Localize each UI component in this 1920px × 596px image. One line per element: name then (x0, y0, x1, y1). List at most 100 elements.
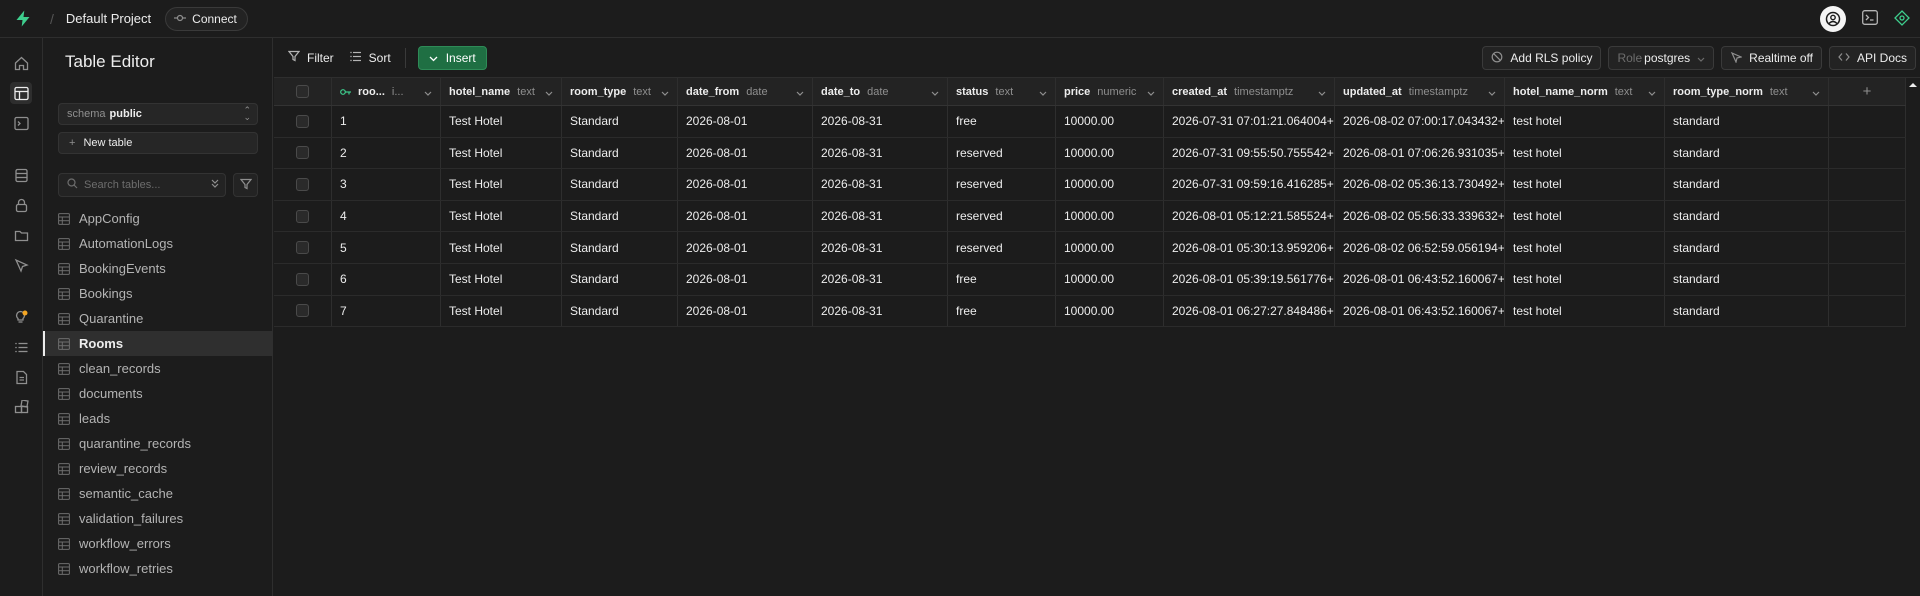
row-checkbox[interactable] (296, 241, 309, 255)
chevron-down-icon[interactable] (1318, 87, 1326, 99)
table-cell[interactable]: 3 (332, 169, 441, 200)
insert-button[interactable]: Insert (417, 45, 487, 70)
home-icon[interactable] (10, 52, 32, 74)
table-cell[interactable]: 4 (332, 200, 441, 232)
row-checkbox[interactable] (296, 272, 309, 286)
table-cell[interactable]: 10000.00 (1056, 200, 1164, 232)
table-cell[interactable]: 10000.00 (1056, 106, 1164, 137)
table-cell[interactable]: Standard (562, 263, 678, 295)
table-cell[interactable]: 2026-08-31 (813, 295, 948, 327)
edge-functions-icon[interactable] (10, 254, 32, 276)
table-cell[interactable]: Test Hotel (441, 137, 562, 169)
table-cell[interactable]: standard (1665, 200, 1829, 232)
column-header[interactable]: status text (948, 78, 1056, 105)
table-list-item[interactable]: workflow_errors (43, 531, 273, 556)
supabase-logo-icon[interactable] (12, 8, 34, 30)
table-list-item[interactable]: Rooms (43, 331, 273, 356)
table-cell[interactable]: Test Hotel (441, 200, 562, 232)
table-cell[interactable]: 2026-08-01 07:06:26.931035+0 (1335, 137, 1505, 169)
table-list-item[interactable]: BookingEvents (43, 256, 273, 281)
table-cell[interactable]: 6 (332, 263, 441, 295)
chevrons-down-icon[interactable] (210, 178, 220, 193)
table-list-item[interactable]: review_records (43, 456, 273, 481)
table-cell[interactable]: Standard (562, 169, 678, 200)
table-cell[interactable]: 2026-08-31 (813, 137, 948, 169)
table-cell[interactable]: test hotel (1505, 295, 1665, 327)
table-cell[interactable]: 2026-07-31 09:59:16.416285+00 (1164, 169, 1335, 200)
chevron-down-icon[interactable] (424, 87, 432, 99)
column-header[interactable]: created_at timestamptz (1164, 78, 1335, 105)
auth-lock-icon[interactable] (10, 194, 32, 216)
column-header[interactable]: date_to date (813, 78, 948, 105)
table-cell[interactable]: 2026-08-01 (678, 137, 813, 169)
table-cell[interactable]: 2026-08-01 05:12:21.585524+00 (1164, 200, 1335, 232)
chevron-down-icon[interactable] (931, 87, 939, 99)
table-cell[interactable]: 2026-08-01 (678, 169, 813, 200)
row-checkbox[interactable] (296, 114, 309, 128)
table-cell[interactable]: 1 (332, 106, 441, 137)
table-cell[interactable]: 2026-08-02 05:56:33.339632+0 (1335, 200, 1505, 232)
role-select[interactable]: Role postgres (1608, 46, 1715, 70)
table-cell[interactable]: test hotel (1505, 263, 1665, 295)
storage-icon[interactable] (10, 224, 32, 246)
table-list-item[interactable]: quarantine_records (43, 431, 273, 456)
filter-button[interactable]: Filter (280, 46, 342, 70)
column-header[interactable]: roo... i... (332, 78, 441, 105)
table-cell[interactable]: 2026-08-02 05:36:13.730492+0 (1335, 169, 1505, 200)
table-cell[interactable]: reserved (948, 232, 1056, 263)
sort-button[interactable]: Sort (342, 46, 399, 70)
column-header[interactable]: room_type_norm text (1665, 78, 1829, 105)
search-tables-input[interactable]: Search tables... (58, 173, 226, 197)
avatar[interactable] (1820, 6, 1846, 32)
table-cell[interactable]: 2026-08-02 06:52:59.056194+0 (1335, 232, 1505, 263)
row-checkbox[interactable] (296, 146, 309, 160)
column-header[interactable]: price numeric (1056, 78, 1164, 105)
chevron-down-icon[interactable] (1147, 87, 1155, 99)
table-cell[interactable]: standard (1665, 232, 1829, 263)
chevron-down-icon[interactable] (1488, 87, 1496, 99)
select-all-checkbox[interactable] (296, 85, 309, 98)
table-cell[interactable]: 2026-08-31 (813, 169, 948, 200)
table-cell[interactable]: 2026-08-31 (813, 106, 948, 137)
table-cell[interactable]: Standard (562, 200, 678, 232)
chevron-down-icon[interactable] (1648, 87, 1656, 99)
logs-list-icon[interactable] (10, 336, 32, 358)
terminal-icon[interactable] (1862, 10, 1878, 28)
table-cell[interactable]: standard (1665, 169, 1829, 200)
new-table-button[interactable]: + New table (58, 132, 258, 154)
table-cell[interactable]: 7 (332, 295, 441, 327)
table-cell[interactable]: Test Hotel (441, 263, 562, 295)
filter-tables-button[interactable] (233, 173, 258, 197)
add-rls-policy-button[interactable]: Add RLS policy (1482, 46, 1602, 70)
table-cell[interactable]: Standard (562, 106, 678, 137)
column-header[interactable]: date_from date (678, 78, 813, 105)
chevron-down-icon[interactable] (1039, 87, 1047, 99)
connect-button[interactable]: Connect (165, 6, 248, 31)
table-row[interactable]: 7 Test Hotel Standard 2026-08-01 2026-08-31 f… (274, 295, 1906, 328)
table-row[interactable]: 6 Test Hotel Standard 2026-08-01 2026-08-31 f… (274, 263, 1906, 296)
table-cell[interactable]: test hotel (1505, 232, 1665, 263)
table-list-item[interactable]: AutomationLogs (43, 231, 273, 256)
column-header[interactable]: updated_at timestamptz (1335, 78, 1505, 105)
table-row[interactable]: 1 Test Hotel Standard 2026-08-01 2026-08-31 f… (274, 106, 1906, 138)
chevron-down-icon[interactable] (545, 87, 553, 99)
table-cell[interactable]: 2026-07-31 09:55:50.755542+00 (1164, 137, 1335, 169)
table-cell[interactable]: test hotel (1505, 169, 1665, 200)
table-cell[interactable]: 10000.00 (1056, 232, 1164, 263)
table-cell[interactable]: Standard (562, 232, 678, 263)
table-list-item[interactable]: clean_records (43, 356, 273, 381)
table-cell[interactable]: free (948, 106, 1056, 137)
table-list-item[interactable]: validation_failures (43, 506, 273, 531)
table-cell[interactable]: 2026-08-01 (678, 263, 813, 295)
table-row[interactable]: 4 Test Hotel Standard 2026-08-01 2026-08-31 r… (274, 200, 1906, 233)
table-list-item[interactable]: workflow_retries (43, 556, 273, 581)
column-header[interactable]: room_type text (562, 78, 678, 105)
table-cell[interactable]: 2026-08-01 (678, 200, 813, 232)
table-cell[interactable]: 10000.00 (1056, 137, 1164, 169)
table-cell[interactable]: 2026-08-31 (813, 263, 948, 295)
sql-editor-icon[interactable] (10, 112, 32, 134)
table-cell[interactable]: free (948, 295, 1056, 327)
table-cell[interactable]: 5 (332, 232, 441, 263)
table-cell[interactable]: Standard (562, 137, 678, 169)
table-editor-icon[interactable] (10, 82, 32, 104)
